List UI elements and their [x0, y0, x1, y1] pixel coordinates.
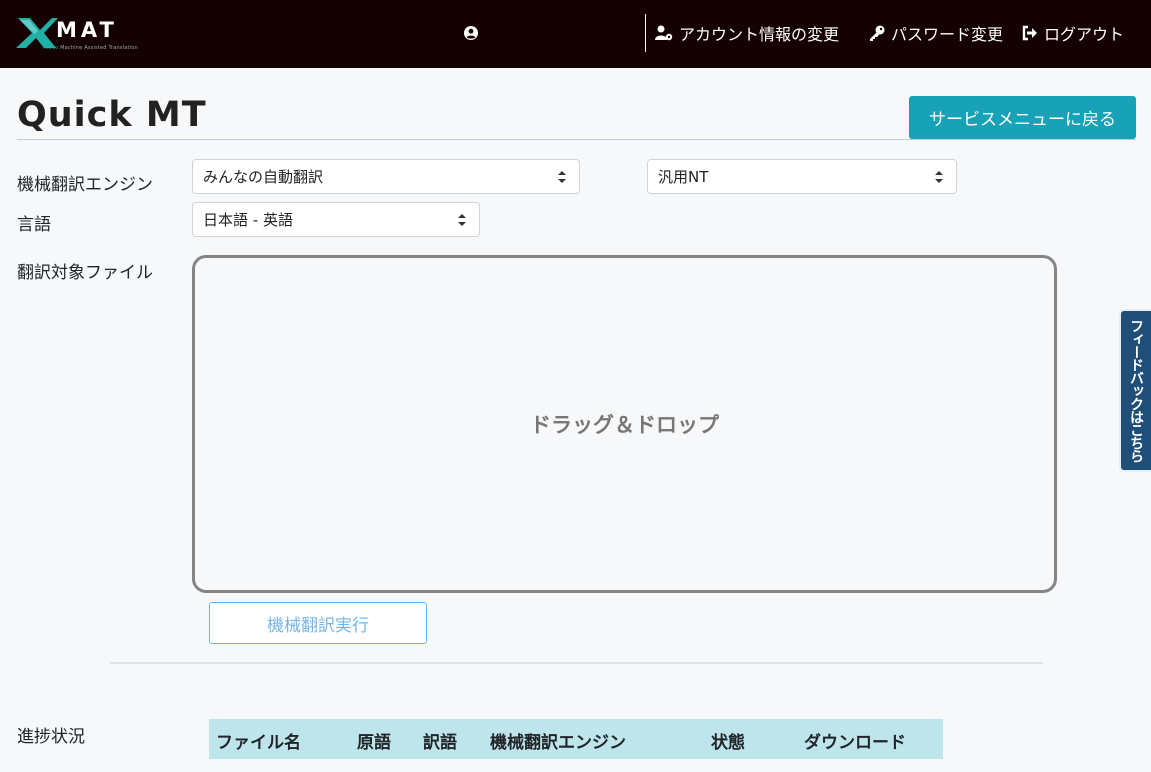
progress-table-header: ファイル名 原語 訳語 機械翻訳エンジン 状態 ダウンロード — [209, 719, 943, 759]
feedback-tab[interactable]: フィードバックはこちら — [1119, 309, 1151, 472]
logo-x-icon — [16, 18, 58, 48]
model-select[interactable]: 汎用NT — [647, 159, 957, 194]
key-icon — [870, 25, 885, 41]
language-label: 言語 — [17, 215, 51, 235]
engine-select-value: みんなの自動翻訳 — [203, 168, 324, 186]
account-settings-link[interactable]: アカウント情報の変更 — [655, 22, 839, 44]
top-navbar: MAT Tnovo Machine Assisted Translation ア… — [0, 0, 1151, 68]
account-settings-label: アカウント情報の変更 — [679, 25, 840, 44]
password-change-label: パスワード変更 — [891, 25, 1004, 44]
user-gear-icon — [655, 25, 673, 41]
select-caret-icon — [935, 171, 943, 183]
model-select-value: 汎用NT — [658, 168, 709, 186]
logout-link[interactable]: ログアウト — [1022, 22, 1124, 44]
logout-label: ログアウト — [1044, 25, 1125, 44]
language-select-value: 日本語 - 英語 — [203, 211, 293, 229]
sign-out-icon — [1022, 25, 1037, 41]
select-caret-icon — [458, 214, 466, 226]
logo-text: MAT — [56, 18, 118, 42]
file-dropzone[interactable]: ドラッグ＆ドロップ — [192, 255, 1057, 593]
password-change-link[interactable]: パスワード変更 — [869, 22, 1003, 44]
title-divider — [17, 139, 1136, 140]
page-title: Quick MT — [17, 95, 207, 135]
target-file-label: 翻訳対象ファイル — [17, 263, 153, 283]
column-header-download: ダウンロード — [804, 733, 906, 753]
back-to-service-menu-button[interactable]: サービスメニューに戻る — [909, 96, 1136, 139]
column-header-engine: 機械翻訳エンジン — [490, 733, 626, 753]
select-caret-icon — [558, 171, 566, 183]
xmat-logo[interactable]: MAT Tnovo Machine Assisted Translation — [16, 14, 138, 54]
column-header-filename: ファイル名 — [216, 733, 301, 753]
feedback-tab-label: フィードバックはこちら — [1128, 319, 1144, 462]
section-divider — [110, 662, 1043, 664]
user-circle-icon[interactable] — [464, 26, 478, 40]
language-select[interactable]: 日本語 - 英語 — [192, 202, 480, 237]
column-header-status: 状態 — [711, 733, 745, 753]
run-machine-translation-button[interactable]: 機械翻訳実行 — [209, 602, 427, 644]
column-header-target-lang: 訳語 — [423, 733, 457, 753]
column-header-source-lang: 原語 — [357, 733, 391, 753]
nav-divider — [645, 14, 646, 52]
progress-label: 進捗状況 — [17, 727, 85, 747]
engine-label: 機械翻訳エンジン — [17, 175, 153, 195]
engine-select[interactable]: みんなの自動翻訳 — [192, 159, 580, 194]
logo-subtitle: Tnovo Machine Assisted Translation — [42, 45, 138, 51]
dropzone-text: ドラッグ＆ドロップ — [530, 413, 719, 437]
